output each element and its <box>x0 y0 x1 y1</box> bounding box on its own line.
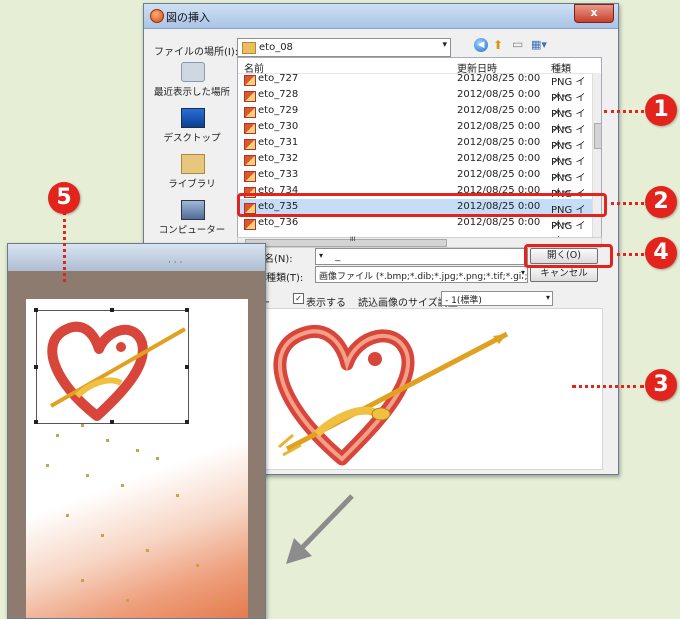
back-arrow-icon[interactable]: ◀ <box>474 38 488 52</box>
view-menu-icon[interactable]: ▦▾ <box>531 38 547 51</box>
file-date: 2012/08/25 0:00 <box>457 169 541 180</box>
library-icon <box>181 154 205 174</box>
file-row[interactable]: eto_730 2012/08/25 0:00 PNG イメー <box>238 119 592 151</box>
desktop-icon <box>181 108 205 128</box>
scroll-thumb[interactable] <box>245 239 447 247</box>
dialog-title: 図の挿入 <box>166 11 210 24</box>
document-background <box>8 271 265 618</box>
file-name: eto_727 <box>258 73 299 84</box>
file-name: eto_730 <box>258 121 299 132</box>
resize-handle[interactable] <box>34 365 38 369</box>
chevron-down-icon: ▾ <box>442 40 447 50</box>
resize-dropdown[interactable]: - 1(標準) ▾ <box>441 291 553 306</box>
folder-icon <box>242 42 256 54</box>
filename-label: 名(N): <box>264 254 293 265</box>
callout-badge-4: 4 <box>645 237 677 269</box>
resize-handle[interactable] <box>185 365 189 369</box>
document-page <box>26 299 248 618</box>
png-file-icon <box>244 139 256 150</box>
look-in-label: ファイルの場所(I): <box>154 47 239 58</box>
file-row[interactable]: eto_728 2012/08/25 0:00 PNG イメー <box>238 87 592 119</box>
file-date: 2012/08/25 0:00 <box>457 89 541 100</box>
file-date: 2012/08/25 0:00 <box>457 137 541 148</box>
close-button[interactable]: x <box>574 4 614 23</box>
file-row[interactable]: eto_733 2012/08/25 0:00 PNG イメー <box>238 167 592 199</box>
callout-badge-2: 2 <box>645 186 677 218</box>
resize-handle[interactable] <box>185 308 189 312</box>
file-row[interactable]: eto_7362012/08/25 0:00PNG イメー <box>238 215 592 239</box>
callout-badge-5: 5 <box>48 182 80 214</box>
callout-badge-1: 1 <box>645 94 677 126</box>
document-ribbon: · · · <box>8 244 265 272</box>
png-file-icon <box>244 123 256 134</box>
file-date: 2012/08/25 0:00 <box>457 217 541 228</box>
file-row[interactable]: eto_732 2012/08/25 0:00 PNG イメー <box>238 151 592 183</box>
chevron-down-icon: ▾ <box>545 293 550 302</box>
preview-pane <box>256 308 603 470</box>
png-file-icon <box>244 75 256 86</box>
place-label: デスクトップ <box>163 133 221 144</box>
chevron-down-icon[interactable]: ▾ <box>319 251 525 260</box>
place-label: 最近表示した場所 <box>153 87 230 98</box>
look-in-value: eto_08 <box>259 42 293 53</box>
png-file-icon <box>244 91 256 102</box>
heart-snake-preview-image <box>273 324 509 466</box>
cancel-button[interactable]: キャンセル <box>530 266 598 282</box>
places-bar: 最近表示した場所 デスクトップ ライブラリ コンピューター <box>148 58 236 248</box>
file-date: 2012/08/25 0:00 <box>457 105 541 116</box>
resize-handle[interactable] <box>110 308 114 312</box>
resize-handle[interactable] <box>185 420 189 424</box>
resize-handle[interactable] <box>34 420 38 424</box>
png-file-icon <box>244 171 256 182</box>
callout-line <box>604 202 644 205</box>
filename-input[interactable]: eto_735 ▾ <box>315 248 528 265</box>
new-folder-icon[interactable]: ▭ <box>512 37 523 51</box>
file-date: 2012/08/25 0:00 <box>457 153 541 164</box>
file-date: 2012/08/25 0:00 <box>457 121 541 132</box>
filetype-dropdown[interactable]: 画像ファイル (*.bmp;*.dib;*.jpg;*.png;*.tif;*.… <box>315 266 528 283</box>
scroll-grip: III <box>350 236 356 243</box>
up-folder-icon[interactable]: ⬆ <box>493 38 503 52</box>
look-in-dropdown[interactable]: eto_08 ▾ <box>237 38 451 57</box>
file-row[interactable]: eto_731 2012/08/25 0:00 PNG イメー <box>238 135 592 167</box>
file-name: eto_728 <box>258 89 299 100</box>
toolbar-dots: · · · <box>168 258 183 268</box>
callout-badge-3: 3 <box>645 369 677 401</box>
file-name: eto_731 <box>258 137 299 148</box>
file-row[interactable]: eto_729 2012/08/25 0:00 PNG イメー <box>238 103 592 135</box>
show-preview-label: 表示する <box>306 298 346 309</box>
png-file-icon <box>244 219 256 230</box>
resize-value: - 1(標準) <box>445 296 482 306</box>
direction-arrow-icon <box>286 494 354 564</box>
title-bar: 図の挿入 x <box>144 4 618 29</box>
open-button-highlight <box>524 244 613 268</box>
png-file-icon <box>244 155 256 166</box>
callout-line <box>572 385 644 388</box>
recent-places-icon <box>181 62 205 82</box>
file-date: 2012/08/25 0:00 <box>457 73 541 84</box>
file-name: eto_732 <box>258 153 299 164</box>
chevron-down-icon: ▾ <box>520 268 525 277</box>
selected-image[interactable] <box>34 308 189 424</box>
heart-snake-image <box>47 321 186 421</box>
place-label: コンピューター <box>158 225 226 236</box>
selected-file-highlight <box>237 193 607 217</box>
file-name: eto_736 <box>258 217 299 228</box>
callout-line <box>610 253 644 256</box>
file-row[interactable]: eto_727 2012/08/25 0:00 PNG イメー <box>238 71 592 103</box>
resize-handle[interactable] <box>110 420 114 424</box>
app-icon <box>150 9 164 23</box>
callout-line <box>604 110 644 113</box>
callout-line <box>63 212 66 282</box>
resize-handle[interactable] <box>34 308 38 312</box>
place-label: ライブラリ <box>168 179 216 190</box>
file-name: eto_733 <box>258 169 299 180</box>
document-window: · · · <box>7 243 266 619</box>
computer-icon <box>181 200 205 220</box>
file-name: eto_729 <box>258 105 299 116</box>
png-file-icon <box>244 107 256 118</box>
filetype-value: 画像ファイル (*.bmp;*.dib;*.jpg;*.png;*.tif;*.… <box>319 272 528 282</box>
show-preview-checkbox[interactable]: ✓ <box>293 293 304 304</box>
scroll-thumb[interactable] <box>594 123 601 149</box>
